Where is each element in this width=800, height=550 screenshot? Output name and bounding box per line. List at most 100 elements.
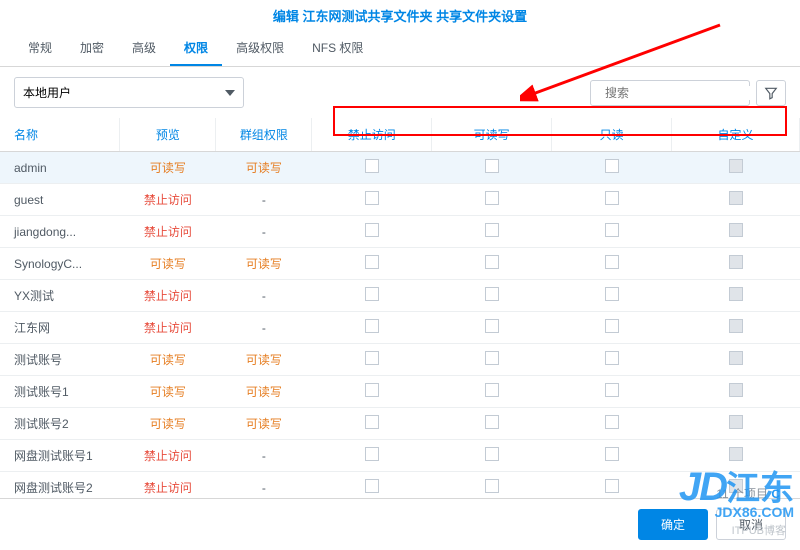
col-header-1[interactable]: 预览 (120, 118, 216, 152)
checkbox[interactable] (605, 479, 619, 493)
table-row[interactable]: 测试账号 可读写 可读写 (0, 344, 800, 376)
table-row[interactable]: YX测试禁止访问- (0, 280, 800, 312)
table-row[interactable]: 测试账号1可读写可读写 (0, 376, 800, 408)
cell (552, 312, 672, 344)
tab-4[interactable]: 高级权限 (222, 31, 298, 66)
checkbox[interactable] (605, 223, 619, 237)
table-row[interactable]: SynologyC...可读写可读写 (0, 248, 800, 280)
checkbox[interactable] (485, 415, 499, 429)
checkbox[interactable] (605, 287, 619, 301)
cell (672, 216, 800, 248)
caret-down-icon (225, 90, 235, 96)
cell (552, 408, 672, 440)
cell: 测试账号 (0, 344, 120, 376)
user-type-select[interactable]: 本地用户 (14, 77, 244, 108)
cell (432, 216, 552, 248)
cell: guest (0, 184, 120, 216)
preview-label: 禁止访问 (144, 449, 192, 463)
cell (672, 344, 800, 376)
col-header-2[interactable]: 群组权限 (216, 118, 312, 152)
checkbox (729, 351, 743, 365)
checkbox[interactable] (485, 351, 499, 365)
checkbox[interactable] (365, 223, 379, 237)
cell: 禁止访问 (120, 184, 216, 216)
cell: 可读写 (120, 376, 216, 408)
checkbox[interactable] (365, 159, 379, 173)
col-header-0[interactable]: 名称 (0, 118, 120, 152)
checkbox[interactable] (485, 479, 499, 493)
checkbox[interactable] (605, 447, 619, 461)
preview-label: 禁止访问 (144, 481, 192, 495)
table-row[interactable]: jiangdong...禁止访问- (0, 216, 800, 248)
checkbox[interactable] (365, 447, 379, 461)
cell: 可读写 (216, 152, 312, 184)
checkbox[interactable] (365, 415, 379, 429)
checkbox[interactable] (605, 383, 619, 397)
checkbox[interactable] (485, 319, 499, 333)
preview-label: 可读写 (150, 417, 186, 431)
checkbox (729, 255, 743, 269)
tab-0[interactable]: 常规 (14, 31, 66, 66)
checkbox (729, 287, 743, 301)
checkbox[interactable] (605, 415, 619, 429)
checkbox[interactable] (365, 383, 379, 397)
filter-button[interactable] (756, 80, 786, 106)
toolbar: 本地用户 (0, 67, 800, 118)
checkbox[interactable] (605, 191, 619, 205)
checkbox[interactable] (605, 351, 619, 365)
table-row[interactable]: guest禁止访问- (0, 184, 800, 216)
checkbox[interactable] (365, 255, 379, 269)
col-header-6[interactable]: 自定义 (672, 118, 800, 152)
cell (552, 216, 672, 248)
cell: - (216, 312, 312, 344)
preview-label: 可读写 (150, 353, 186, 367)
table-row[interactable]: 网盘测试账号1禁止访问- (0, 440, 800, 472)
cell: - (216, 216, 312, 248)
search-box[interactable] (590, 80, 750, 106)
cell: jiangdong... (0, 216, 120, 248)
checkbox[interactable] (605, 159, 619, 173)
table-row[interactable]: 江东网禁止访问- (0, 312, 800, 344)
cell (312, 184, 432, 216)
dialog-footer: 确定 取消 (0, 498, 800, 550)
checkbox[interactable] (485, 159, 499, 173)
cell: 可读写 (216, 344, 312, 376)
col-header-4[interactable]: 可读写 (432, 118, 552, 152)
checkbox[interactable] (605, 319, 619, 333)
tab-1[interactable]: 加密 (66, 31, 118, 66)
cell (312, 408, 432, 440)
cell (552, 280, 672, 312)
cell: 禁止访问 (120, 440, 216, 472)
preview-label: 禁止访问 (144, 321, 192, 335)
checkbox[interactable] (485, 255, 499, 269)
cell (432, 184, 552, 216)
tab-2[interactable]: 高级 (118, 31, 170, 66)
tab-3[interactable]: 权限 (170, 31, 222, 66)
cell: 可读写 (216, 376, 312, 408)
checkbox[interactable] (365, 191, 379, 205)
cell (312, 312, 432, 344)
cell: 可读写 (120, 408, 216, 440)
col-header-3[interactable]: 禁止访问 (312, 118, 432, 152)
search-input[interactable] (605, 86, 760, 100)
table-row[interactable]: 测试账号2可读写可读写 (0, 408, 800, 440)
checkbox[interactable] (365, 479, 379, 493)
checkbox[interactable] (485, 447, 499, 461)
cell: 禁止访问 (120, 216, 216, 248)
checkbox[interactable] (365, 287, 379, 301)
col-header-5[interactable]: 只读 (552, 118, 672, 152)
checkbox (729, 383, 743, 397)
checkbox[interactable] (485, 383, 499, 397)
checkbox[interactable] (485, 191, 499, 205)
cell (672, 248, 800, 280)
checkbox[interactable] (365, 351, 379, 365)
ok-button[interactable]: 确定 (638, 509, 708, 540)
tab-5[interactable]: NFS 权限 (298, 31, 377, 66)
checkbox[interactable] (605, 255, 619, 269)
cell: - (216, 184, 312, 216)
checkbox (729, 319, 743, 333)
checkbox[interactable] (485, 287, 499, 301)
checkbox[interactable] (485, 223, 499, 237)
checkbox[interactable] (365, 319, 379, 333)
table-row[interactable]: admin可读写可读写 (0, 152, 800, 184)
